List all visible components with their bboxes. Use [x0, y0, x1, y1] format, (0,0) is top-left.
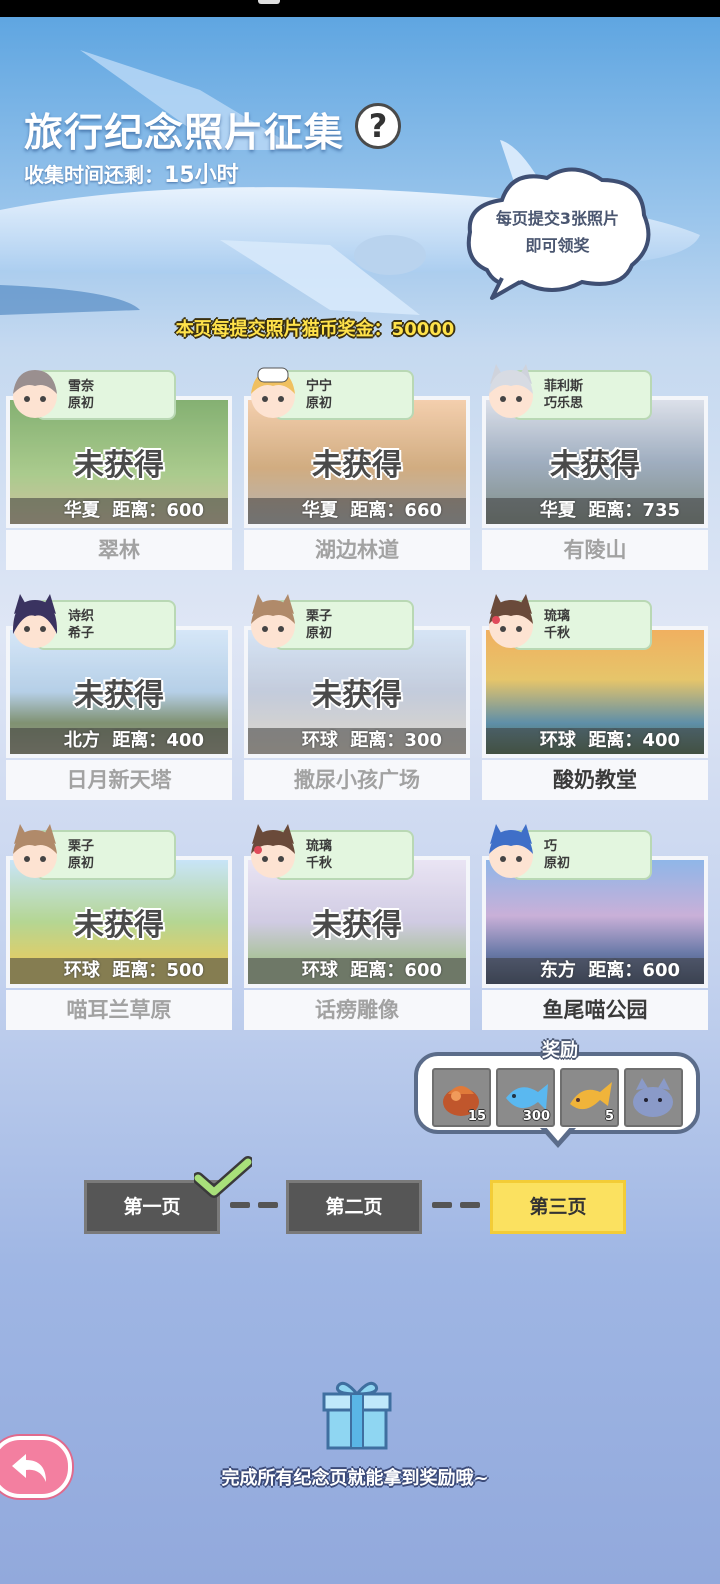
distance-bar: 东方 距离：600	[486, 958, 704, 984]
status-bar	[0, 0, 720, 17]
locked-label: 未获得	[312, 908, 402, 943]
character-avatar-icon	[489, 594, 533, 648]
distance-bar: 环球 距离：500	[10, 958, 228, 984]
photo-card[interactable]: 未获得 华夏 距离：735 有陵山 菲利斯 巧乐思	[482, 364, 708, 572]
timer-label: 收集时间还剩：	[24, 163, 164, 187]
location-name: 话痨雕像	[244, 990, 470, 1030]
location-name: 鱼尾喵公园	[482, 990, 708, 1030]
location-name: 有陵山	[482, 530, 708, 570]
photo-card[interactable]: 未获得 环球 距离：500 喵耳兰草原 栗子 原初	[6, 824, 232, 1032]
reward-title: 奖励	[542, 1040, 578, 1061]
cloud-line-1: 每页提交3张照片	[495, 209, 620, 228]
bottom-hint: 完成所有纪念页就能拿到奖励哦~	[221, 1468, 489, 1489]
character-avatar-icon	[12, 594, 58, 648]
location-name: 喵耳兰草原	[6, 990, 232, 1030]
locked-label: 未获得	[550, 448, 640, 483]
locked-label: 未获得	[74, 448, 164, 483]
distance-bar: 华夏 距离：735	[486, 498, 704, 524]
locked-label: 未获得	[312, 678, 402, 713]
locked-label: 未获得	[74, 678, 164, 713]
character-avatar-icon	[13, 370, 57, 418]
character-avatar-icon	[489, 824, 533, 878]
photo-card[interactable]: 未获得 环球 距离：300 撒尿小孩广场 栗子 原初	[244, 594, 470, 802]
character-avatar-icon	[251, 824, 295, 878]
checkmark-icon	[194, 1156, 252, 1198]
timer-value: 15小时	[164, 163, 239, 188]
photo-card[interactable]: 东方 距离：600 鱼尾喵公园 巧原初	[482, 824, 708, 1032]
distance-bar: 环球 距离：600	[248, 958, 466, 984]
reward-item[interactable]	[624, 1068, 683, 1127]
back-button[interactable]	[0, 1436, 72, 1498]
location-name: 湖边林道	[244, 530, 470, 570]
character-avatar-icon	[251, 594, 295, 648]
distance-bar: 华夏 距离：660	[248, 498, 466, 524]
photo-card[interactable]: 未获得 环球 距离：600 话痨雕像 琉璃 千秋	[244, 824, 470, 1032]
location-name: 翠林	[6, 530, 232, 570]
location-name: 日月新天塔	[6, 760, 232, 800]
back-arrow-icon	[12, 1454, 46, 1482]
location-name: 撒尿小孩广场	[244, 760, 470, 800]
distance-bar: 华夏 距离：600	[10, 498, 228, 524]
distance-bar: 环球 距离：300	[248, 728, 466, 754]
gift-box-icon[interactable]	[320, 1376, 394, 1452]
distance-bar: 环球 距离：400	[486, 728, 704, 754]
cat-plush-icon	[633, 1078, 673, 1117]
distance-bar: 北方 距离：400	[10, 728, 228, 754]
page-tab-2[interactable]: 第二页	[286, 1180, 422, 1234]
bonus-text: 本页每提交照片猫币奖金：50000	[175, 319, 455, 340]
photo-card[interactable]: 未获得 华夏 距离：600 翠林 雪奈 原初	[6, 370, 232, 572]
reward-item[interactable]: 300	[496, 1068, 555, 1127]
cloud-text: 每页提交3张照片 即可领奖	[470, 205, 645, 259]
locked-label: 未获得	[312, 448, 402, 483]
question-icon: ?	[368, 107, 388, 145]
reward-item[interactable]: 15	[432, 1068, 491, 1127]
photo-card[interactable]: 未获得 北方 距离：400 日月新天塔 诗织 希子	[6, 594, 232, 802]
photo-card[interactable]: 未获得 华夏 距离：660 湖边林道 宁宁 原初	[244, 367, 470, 572]
character-avatar-icon	[251, 367, 295, 418]
character-avatar-icon	[489, 364, 533, 418]
help-button[interactable]: ?	[355, 103, 401, 149]
character-avatar-icon	[13, 824, 57, 878]
locked-label: 未获得	[74, 908, 164, 943]
cloud-line-2: 即可领奖	[525, 236, 590, 255]
timer: 收集时间还剩：15小时	[24, 157, 239, 189]
page-tab-3[interactable]: 第三页	[490, 1180, 626, 1234]
location-name: 酸奶教堂	[482, 760, 708, 800]
photo-card[interactable]: 环球 距离：400 酸奶教堂 琉璃 千秋	[482, 594, 708, 802]
reward-item[interactable]: 5	[560, 1068, 619, 1127]
page-title: 旅行纪念照片征集	[24, 111, 345, 156]
